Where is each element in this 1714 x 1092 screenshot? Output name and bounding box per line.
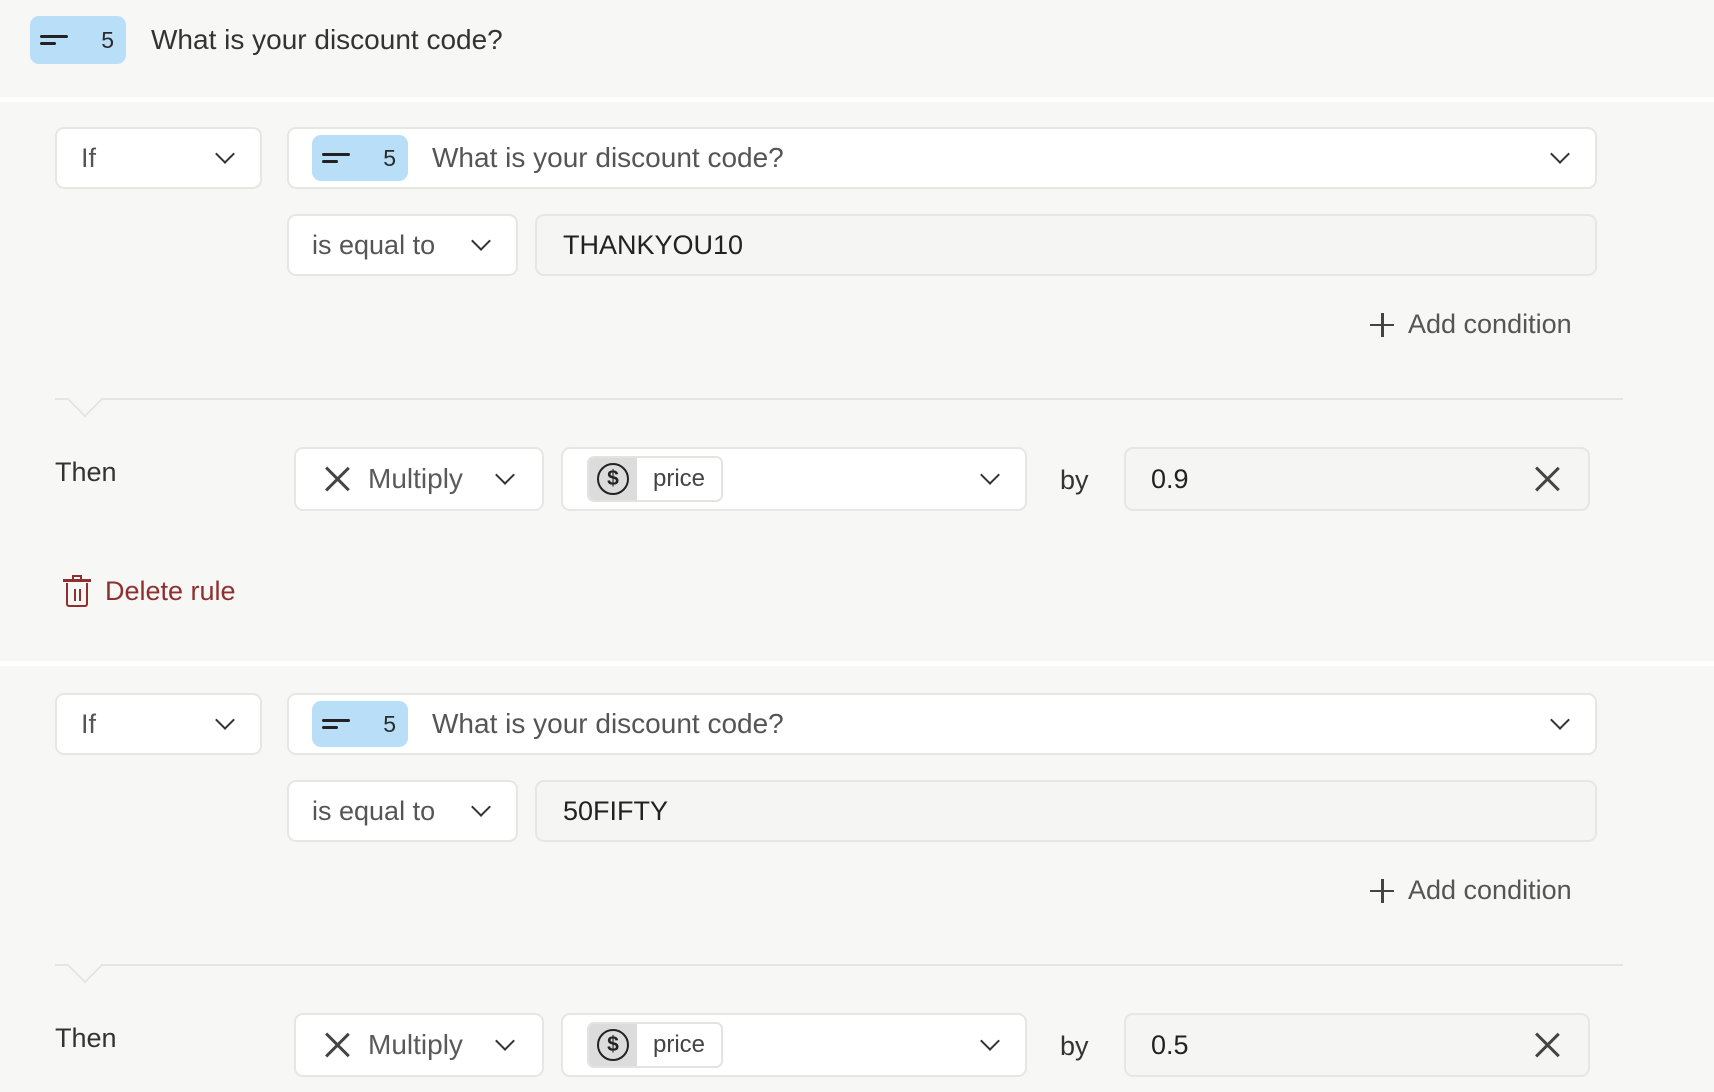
- operator-label: is equal to: [312, 795, 436, 826]
- variable-select[interactable]: $ price: [561, 1013, 1027, 1077]
- delete-rule-button[interactable]: Delete rule: [63, 575, 236, 607]
- delete-rule-label: Delete rule: [105, 575, 236, 606]
- if-then-separator: [55, 964, 1623, 966]
- then-label: Then: [55, 457, 117, 487]
- multiply-icon: [324, 1032, 350, 1058]
- amount-value: 0.5: [1151, 1029, 1189, 1060]
- plus-icon: [1370, 312, 1394, 337]
- chevron-down-icon: [980, 1031, 1000, 1051]
- if-label: If: [81, 142, 97, 173]
- variable-label: price: [637, 458, 722, 500]
- dollar-icon: $: [597, 1029, 629, 1061]
- action-select[interactable]: Multiply: [294, 447, 544, 511]
- add-condition-label: Add condition: [1408, 309, 1572, 339]
- trash-icon: [63, 575, 91, 607]
- chevron-down-icon: [471, 797, 491, 817]
- if-then-separator: [55, 398, 1623, 400]
- chevron-down-icon: [495, 465, 515, 485]
- action-label: Multiply: [368, 463, 463, 494]
- clear-icon[interactable]: [1534, 466, 1560, 492]
- question-badge: 5: [30, 16, 126, 64]
- question-badge: 5: [312, 135, 408, 181]
- plus-icon: [1370, 878, 1394, 903]
- question-number: 5: [383, 144, 396, 171]
- multiply-icon: [324, 466, 350, 492]
- separator-notch: [66, 946, 104, 984]
- question-number: 5: [101, 26, 114, 53]
- short-text-icon: [40, 33, 68, 47]
- amount-input[interactable]: 0.5: [1124, 1013, 1590, 1077]
- question-title: What is your discount code?: [151, 24, 503, 55]
- condition-value-input[interactable]: THANKYOU10: [535, 214, 1597, 276]
- section-divider: [0, 97, 1714, 102]
- operator-select[interactable]: is equal to: [287, 780, 518, 842]
- chevron-down-icon: [1550, 710, 1570, 730]
- action-label: Multiply: [368, 1029, 463, 1060]
- if-label: If: [81, 708, 97, 739]
- variable-label: price: [637, 1024, 722, 1066]
- short-text-icon: [322, 717, 350, 731]
- action-select[interactable]: Multiply: [294, 1013, 544, 1077]
- chevron-down-icon: [215, 710, 235, 730]
- if-select[interactable]: If: [55, 127, 262, 189]
- short-text-icon: [322, 151, 350, 165]
- add-condition-label: Add condition: [1408, 875, 1572, 905]
- variable-select[interactable]: $ price: [561, 447, 1027, 511]
- operator-select[interactable]: is equal to: [287, 214, 518, 276]
- add-condition-button[interactable]: Add condition: [1370, 309, 1572, 340]
- question-select-text: What is your discount code?: [432, 708, 784, 739]
- operator-label: is equal to: [312, 229, 436, 260]
- question-select-text: What is your discount code?: [432, 142, 784, 173]
- by-label: by: [1060, 465, 1089, 495]
- if-select[interactable]: If: [55, 693, 262, 755]
- question-number: 5: [383, 710, 396, 737]
- add-condition-button[interactable]: Add condition: [1370, 875, 1572, 906]
- chevron-down-icon: [495, 1031, 515, 1051]
- chevron-down-icon: [215, 144, 235, 164]
- question-select[interactable]: 5 What is your discount code?: [287, 127, 1597, 189]
- then-label: Then: [55, 1023, 117, 1053]
- section-divider: [0, 661, 1714, 666]
- variable-chip: $ price: [587, 1022, 724, 1068]
- dollar-icon: $: [597, 463, 629, 495]
- chevron-down-icon: [471, 231, 491, 251]
- condition-value: THANKYOU10: [563, 229, 744, 260]
- condition-value: 50FIFTY: [563, 795, 669, 826]
- condition-value-input[interactable]: 50FIFTY: [535, 780, 1597, 842]
- chevron-down-icon: [1550, 144, 1570, 164]
- clear-icon[interactable]: [1534, 1032, 1560, 1058]
- separator-notch: [66, 380, 104, 418]
- amount-value: 0.9: [1151, 463, 1189, 494]
- chevron-down-icon: [980, 465, 1000, 485]
- by-label: by: [1060, 1031, 1089, 1061]
- variable-chip: $ price: [587, 456, 724, 502]
- amount-input[interactable]: 0.9: [1124, 447, 1590, 511]
- question-select[interactable]: 5 What is your discount code?: [287, 693, 1597, 755]
- question-badge: 5: [312, 701, 408, 747]
